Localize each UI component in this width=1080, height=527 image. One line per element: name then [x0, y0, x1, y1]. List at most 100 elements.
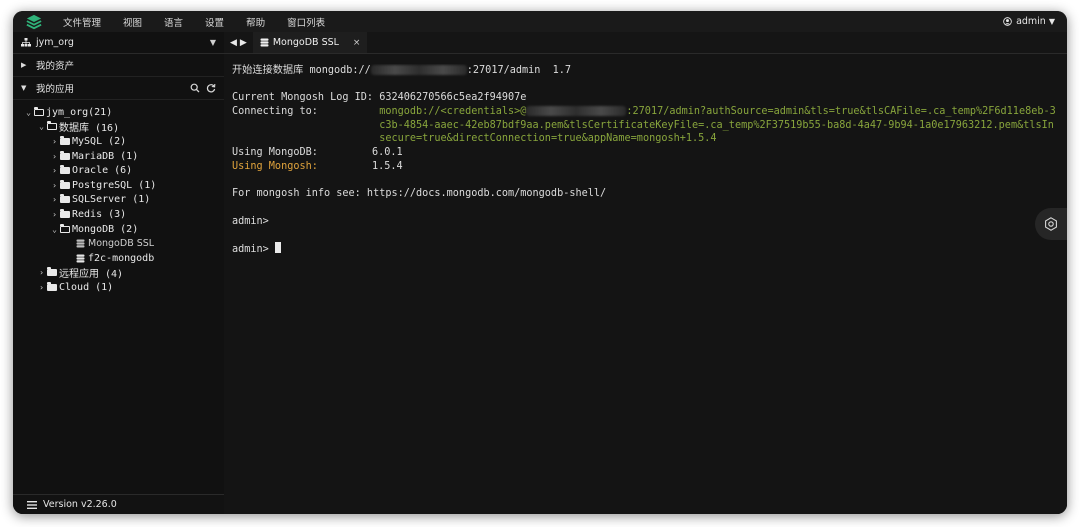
app-tree: ⌄ jym_org(21) ⌄ 数据库 (16) › MySQL (2) › M… [13, 100, 224, 295]
terminal-cursor [274, 241, 281, 253]
database-icon [76, 254, 85, 263]
list-icon[interactable] [27, 500, 37, 509]
settings-float-button[interactable] [1035, 208, 1067, 240]
terminal-text: 1.5.4 [372, 160, 403, 172]
tree-node-database[interactable]: ⌄ 数据库 (16) [13, 120, 224, 135]
folder-icon [60, 165, 70, 175]
menu-view[interactable]: 视图 [123, 15, 142, 29]
terminal-text: admin> [232, 243, 275, 255]
tree-label: 数据库 (16) [59, 123, 120, 135]
folder-icon [47, 281, 57, 291]
terminal-line: 开始连接数据库 mongodb://:27017/admin 1.7 [232, 64, 1059, 78]
chevron-right-icon: › [52, 180, 57, 190]
folder-icon [47, 267, 57, 277]
org-tree-icon [21, 38, 31, 47]
tree-node-mongodb[interactable]: ⌄ MongoDB (2) [13, 222, 224, 237]
menu-settings[interactable]: 设置 [205, 15, 224, 29]
tree-node-postgresql[interactable]: › PostgreSQL (1) [13, 178, 224, 193]
chevron-right-icon: › [52, 195, 57, 205]
tree-node-root[interactable]: ⌄ jym_org(21) [13, 105, 224, 120]
chevron-down-icon: ⌄ [39, 122, 44, 132]
refresh-icon[interactable] [206, 83, 216, 93]
caret-right-icon: ▶ [21, 61, 27, 69]
terminal-line: Using Mongosh: 1.5.4 [232, 160, 1059, 174]
tree-label: jym_org(21) [46, 106, 113, 118]
tree-label: SQLServer (1) [72, 194, 151, 206]
tree-node-redis[interactable]: › Redis (3) [13, 207, 224, 222]
terminal-prompt: admin> [232, 241, 1059, 256]
tab-nav-arrows[interactable]: ◀ ▶ [224, 38, 253, 48]
tree-node-oracle[interactable]: › Oracle (6) [13, 163, 224, 178]
sidebar: jym_org ▼ ▶ 我的资产 ▼ 我的应用 ⌄ jym_org(21) ⌄ … [13, 32, 224, 514]
folder-icon [60, 135, 70, 145]
tree-node-mariadb[interactable]: › MariaDB (1) [13, 149, 224, 164]
tab-mongodb-ssl[interactable]: MongoDB SSL × [252, 32, 368, 53]
tree-node-mysql[interactable]: › MySQL (2) [13, 134, 224, 149]
arrow-right-icon[interactable]: ▶ [240, 38, 247, 48]
my-apps-label: 我的应用 [36, 84, 75, 95]
my-assets-section[interactable]: ▶ 我的资产 [13, 54, 224, 77]
tree-label: 远程应用 (4) [59, 269, 124, 281]
tree-node-mongodb-ssl[interactable]: MongoDB SSL [13, 236, 224, 251]
folder-icon [60, 150, 70, 160]
tree-label: PostgreSQL (1) [72, 179, 157, 191]
my-assets-label: 我的资产 [36, 61, 75, 72]
tree-node-f2c-mongodb[interactable]: f2c-mongodb [13, 251, 224, 266]
tree-label: MongoDB (2) [72, 223, 139, 235]
chevron-down-icon: ⌄ [52, 224, 57, 234]
connection-string: mongodb://<credentials>@:27017/admin?aut… [379, 105, 1059, 146]
terminal-line: Using MongoDB: 6.0.1 [232, 146, 1059, 160]
menu-help[interactable]: 帮助 [246, 15, 265, 29]
chevron-down-icon: ⌄ [26, 107, 31, 117]
close-icon[interactable]: × [353, 38, 361, 48]
database-icon [76, 239, 85, 248]
gear-icon [1045, 217, 1057, 231]
version-label: Version v2.26.0 [43, 499, 117, 510]
chevron-right-icon: › [52, 151, 57, 161]
tab-bar: ◀ ▶ MongoDB SSL × [224, 32, 1067, 54]
tree-label: Redis (3) [72, 208, 127, 220]
chevron-right-icon: › [52, 136, 57, 146]
redacted-host [526, 106, 627, 117]
chevron-right-icon: › [39, 268, 44, 278]
caret-down-icon: ▼ [209, 38, 216, 47]
terminal-text: Using Mongosh: [232, 160, 318, 172]
tree-node-remote-apps[interactable]: › 远程应用 (4) [13, 266, 224, 281]
user-name: admin [1016, 16, 1046, 27]
tree-node-cloud[interactable]: › Cloud (1) [13, 280, 224, 295]
caret-down-icon: ▼ [1048, 17, 1055, 26]
terminal-text: mongodb://<credentials>@ [379, 106, 527, 118]
folder-icon [60, 208, 70, 218]
chevron-right-icon: › [52, 166, 57, 176]
menu-language[interactable]: 语言 [164, 15, 183, 29]
tab-label: MongoDB SSL [272, 37, 339, 48]
arrow-left-icon[interactable]: ◀ [230, 38, 237, 48]
app-window: 文件管理 视图 语言 设置 帮助 窗口列表 admin ▼ jym_org ▼ … [13, 11, 1067, 514]
search-icon[interactable] [190, 83, 200, 93]
terminal-connecting: Connecting to: mongodb://<credentials>@:… [232, 105, 1059, 146]
terminal-text: :27017/admin 1.7 [466, 65, 572, 76]
app-logo-icon [26, 14, 42, 29]
chevron-right-icon: › [39, 282, 44, 292]
menu-window-list[interactable]: 窗口列表 [287, 15, 325, 29]
terminal-line: admin> [232, 215, 269, 227]
org-selector[interactable]: jym_org ▼ [13, 32, 224, 54]
folder-open-icon [46, 121, 57, 131]
main-panel: ◀ ▶ MongoDB SSL × 开始连接数据库 mongodb://:270… [224, 32, 1067, 514]
menu-file-manager[interactable]: 文件管理 [63, 15, 101, 29]
version-bar: Version v2.26.0 [13, 494, 224, 514]
org-name: jym_org [36, 37, 74, 48]
caret-down-icon: ▼ [21, 84, 27, 92]
terminal-line: Current Mongosh Log ID: 632406270566c5ea… [232, 92, 527, 104]
tree-node-sqlserver[interactable]: › SQLServer (1) [13, 193, 224, 208]
menu-bar: 文件管理 视图 语言 设置 帮助 窗口列表 admin ▼ [13, 11, 1067, 32]
terminal[interactable]: 开始连接数据库 mongodb://:27017/admin 1.7 Curre… [224, 54, 1067, 514]
folder-icon [60, 194, 70, 204]
folder-open-icon [59, 223, 70, 233]
folder-open-icon [33, 106, 44, 116]
chevron-right-icon: › [52, 209, 57, 219]
database-icon [260, 38, 269, 47]
terminal-text: Using MongoDB: [232, 147, 318, 159]
user-menu[interactable]: admin ▼ [1003, 11, 1055, 32]
my-apps-section[interactable]: ▼ 我的应用 [13, 77, 224, 100]
